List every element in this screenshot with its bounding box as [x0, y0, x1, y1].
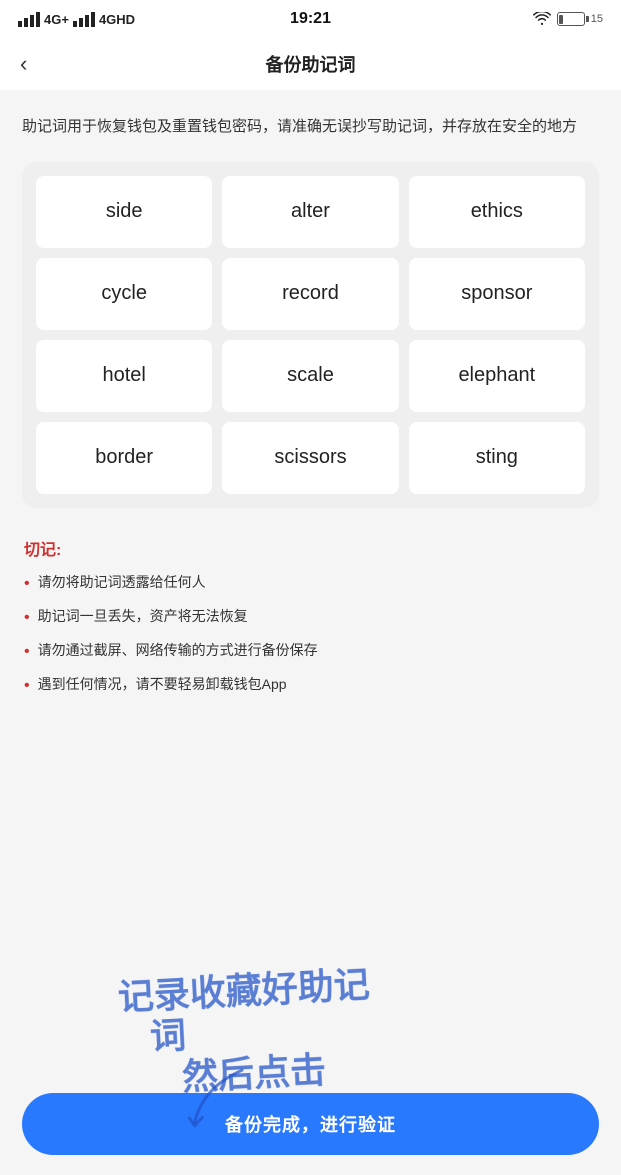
bottom-button-area: 备份完成，进行验证	[0, 1083, 621, 1175]
mnemonic-grid: sidealterethics cyclerecordsponsor hotelsc…	[36, 176, 585, 494]
warning-item-4: • 遇到任何情况，请不要轻易卸载钱包App	[24, 674, 597, 698]
warning-text: 请勿将助记词透露给任何人	[38, 572, 206, 593]
annotation-line1: 记录收藏好助记	[117, 964, 371, 1019]
bullet-icon: •	[24, 674, 30, 698]
warning-title: 切记:	[24, 536, 597, 560]
header: ‹ 备份助记词	[0, 38, 621, 90]
warning-list: • 请勿将助记词透露给任何人 • 助记词一旦丢失，资产将无法恢复 • 请勿通过截屏、网络传…	[24, 572, 597, 698]
status-right: 15	[533, 12, 603, 26]
network-type-1: 4G+	[44, 12, 69, 27]
status-bar: 4G+ 4GHD 19:21 15	[0, 0, 621, 38]
warning-item-2: • 助记词一旦丢失，资产将无法恢复	[24, 606, 597, 630]
status-time: 19:21	[290, 10, 331, 28]
main-content: 助记词用于恢复钱包及重置钱包密码，请准确无误抄写助记词，并存放在安全的地方 si…	[0, 90, 621, 828]
mnemonic-word-5: record	[222, 258, 398, 330]
mnemonic-word-11: scissors	[222, 422, 398, 494]
mnemonic-word-9: elephant	[409, 340, 585, 412]
back-button[interactable]: ‹	[20, 53, 27, 75]
network-type-2: 4GHD	[99, 12, 135, 27]
page-title: 备份助记词	[266, 51, 356, 77]
signal-icon	[18, 12, 40, 27]
wifi-icon	[533, 12, 551, 26]
warning-item-1: • 请勿将助记词透露给任何人	[24, 572, 597, 596]
warning-text: 请勿通过截屏、网络传输的方式进行备份保存	[38, 640, 318, 661]
bullet-icon: •	[24, 606, 30, 630]
mnemonic-word-7: hotel	[36, 340, 212, 412]
mnemonic-word-1: side	[36, 176, 212, 248]
battery-icon	[557, 12, 585, 26]
annotation-line2: 词	[119, 1006, 373, 1061]
mnemonic-word-6: sponsor	[409, 258, 585, 330]
bullet-icon: •	[24, 640, 30, 664]
warning-item-3: • 请勿通过截屏、网络传输的方式进行备份保存	[24, 640, 597, 664]
warning-text: 助记词一旦丢失，资产将无法恢复	[38, 606, 248, 627]
battery-level: 15	[591, 13, 603, 25]
mnemonic-word-4: cycle	[36, 258, 212, 330]
bullet-icon: •	[24, 572, 30, 596]
description-text: 助记词用于恢复钱包及重置钱包密码，请准确无误抄写助记词，并存放在安全的地方	[22, 114, 599, 140]
mnemonic-word-2: alter	[222, 176, 398, 248]
mnemonic-word-8: scale	[222, 340, 398, 412]
warning-text: 遇到任何情况，请不要轻易卸载钱包App	[38, 674, 287, 695]
mnemonic-word-12: sting	[409, 422, 585, 494]
mnemonic-word-10: border	[36, 422, 212, 494]
confirm-button[interactable]: 备份完成，进行验证	[22, 1093, 599, 1155]
network-info: 4G+ 4GHD	[18, 12, 135, 27]
mnemonic-word-3: ethics	[409, 176, 585, 248]
mnemonic-container: sidealterethics cyclerecordsponsor hotelsc…	[22, 162, 599, 508]
warning-section: 切记: • 请勿将助记词透露给任何人 • 助记词一旦丢失，资产将无法恢复 • 请勿通过截屏…	[22, 536, 599, 698]
signal-icon-2	[73, 12, 95, 27]
